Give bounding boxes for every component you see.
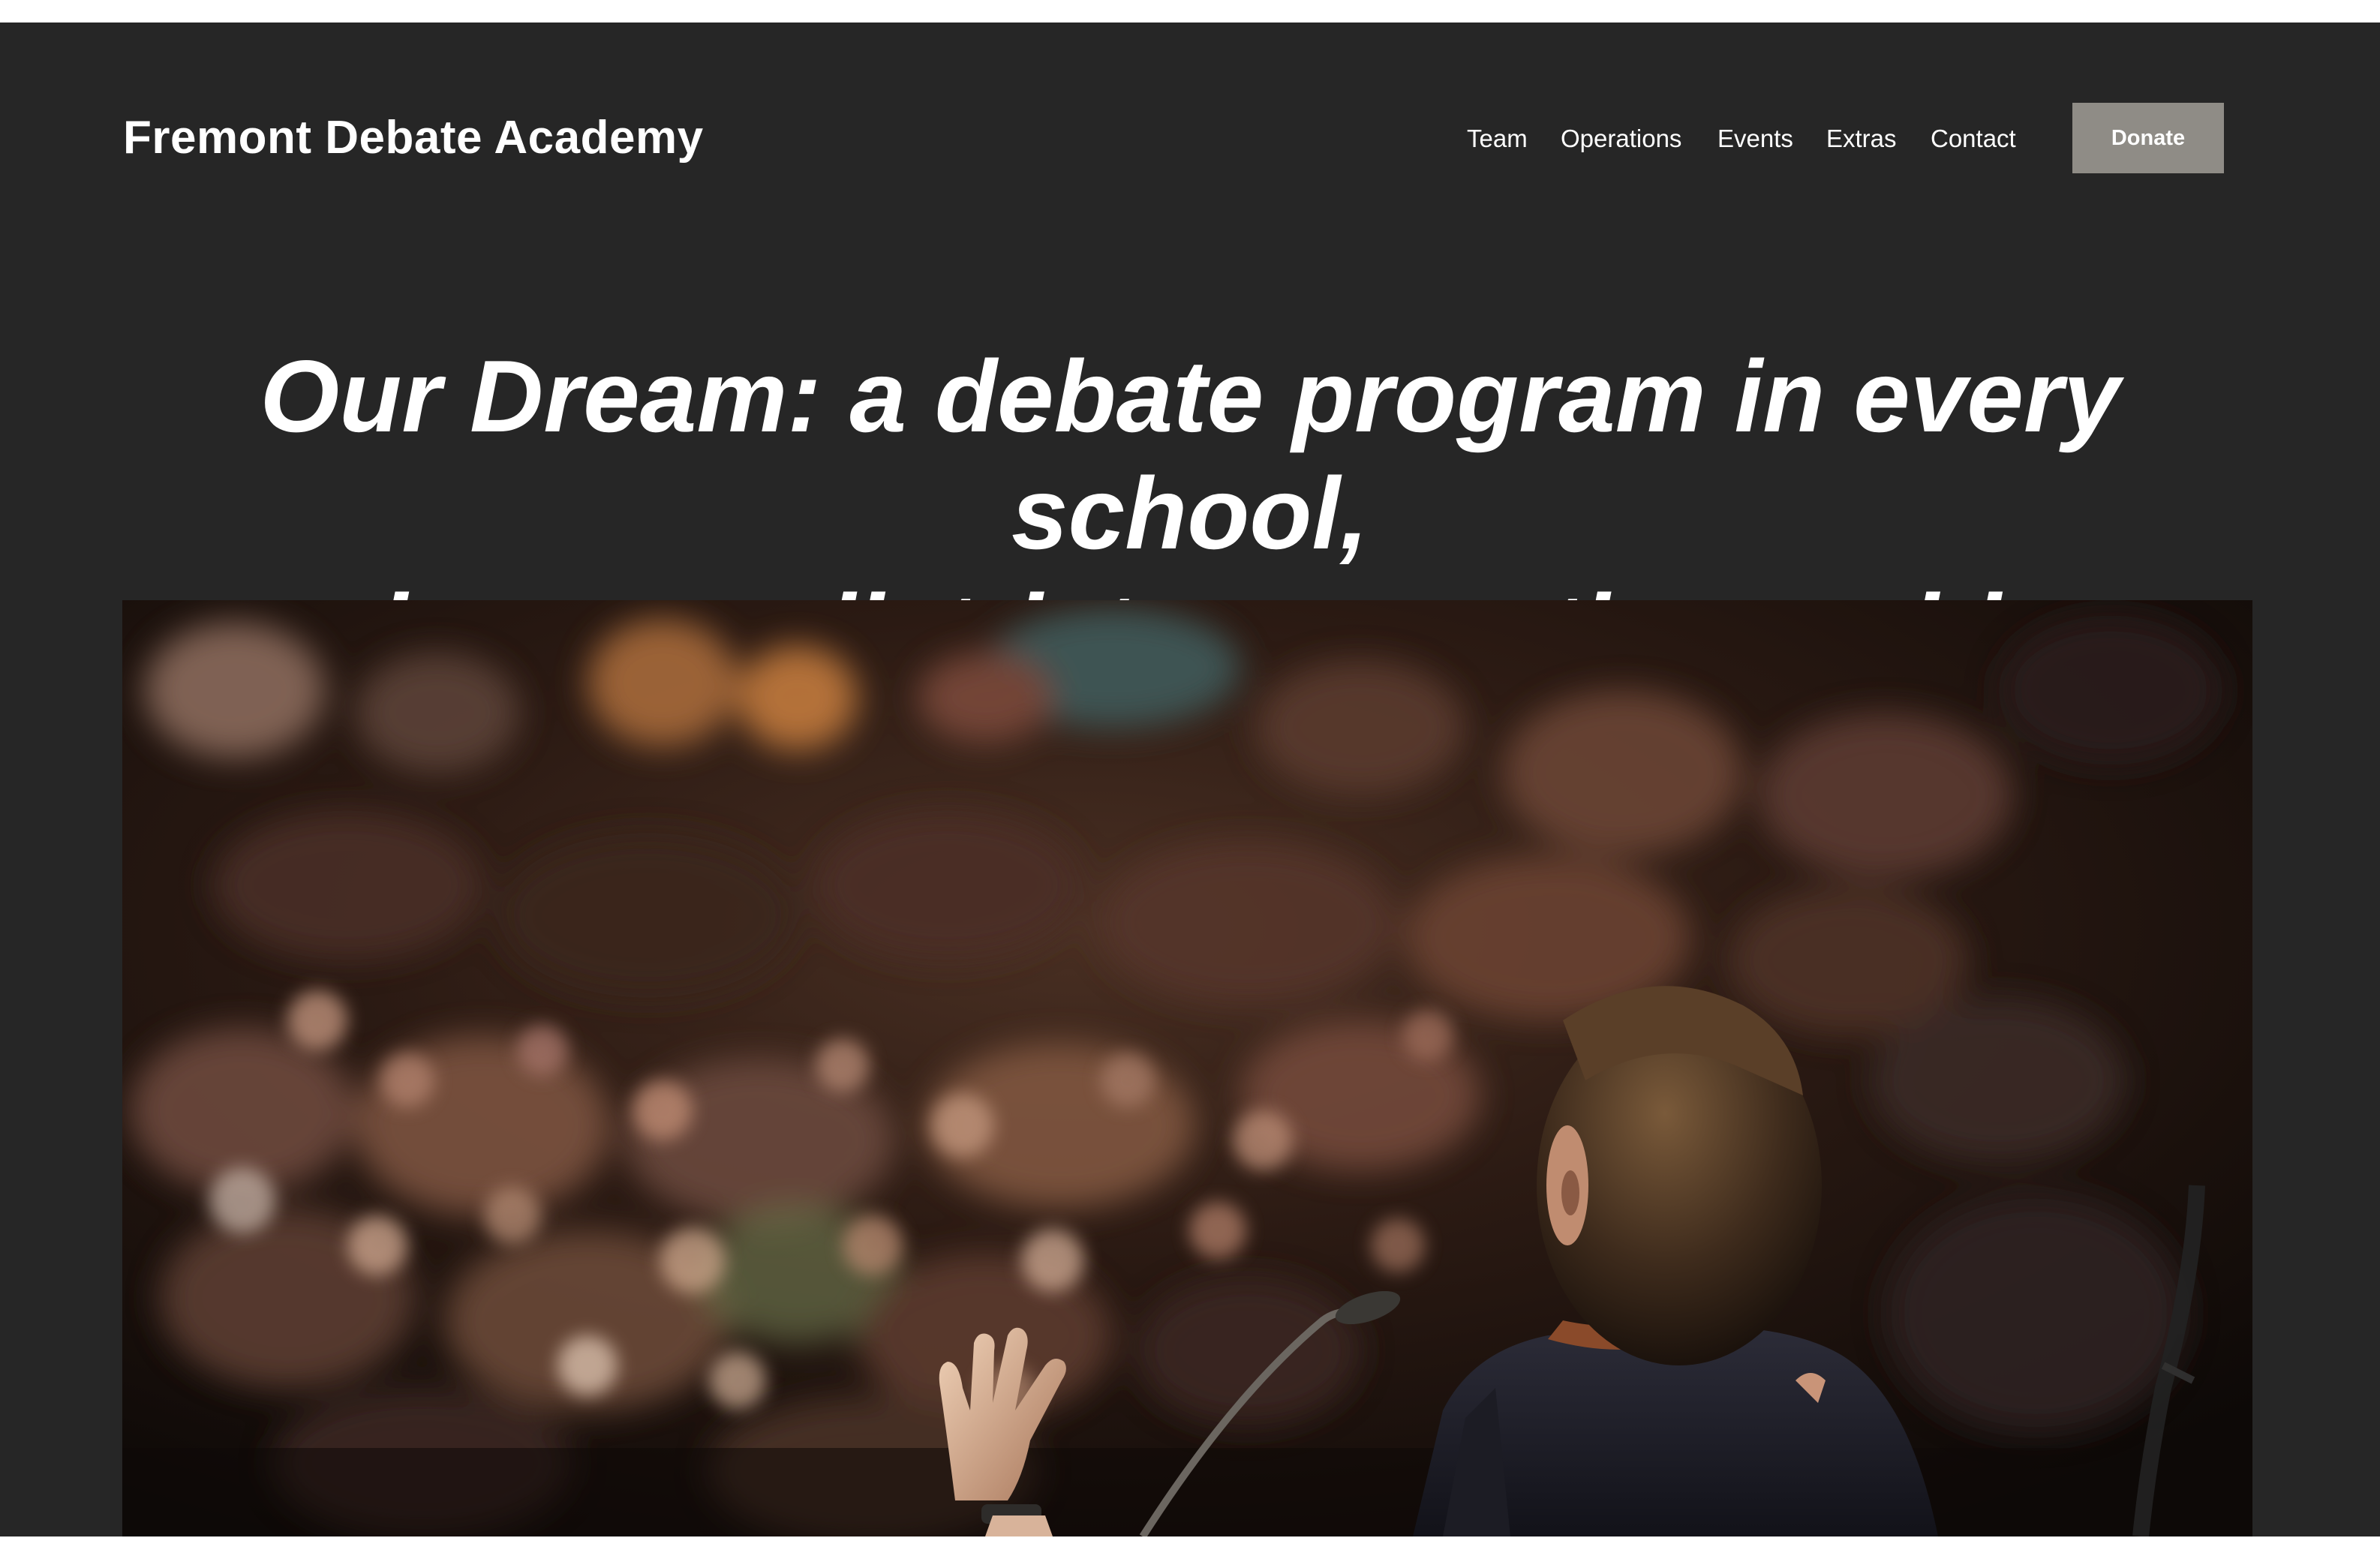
site-header: Fremont Debate Academy Team Operations E… — [0, 23, 2380, 180]
nav-link-team[interactable]: Team — [1467, 125, 1528, 153]
nav-link-events[interactable]: Events — [1717, 125, 1793, 153]
hero-photo — [122, 600, 2252, 1536]
site-brand-link[interactable]: Fremont Debate Academy — [123, 111, 704, 164]
page: Fremont Debate Academy Team Operations E… — [0, 23, 2380, 1536]
donate-button[interactable]: Donate — [2072, 103, 2224, 173]
nav-link-operations[interactable]: Operations — [1561, 125, 1681, 153]
nav-link-contact[interactable]: Contact — [1931, 125, 2016, 153]
hero-title-line-1: Our Dream: a debate program in every sch… — [260, 339, 2120, 570]
speaker-at-podium-photo-icon — [122, 600, 2252, 1536]
nav-link-extras[interactable]: Extras — [1826, 125, 1897, 153]
